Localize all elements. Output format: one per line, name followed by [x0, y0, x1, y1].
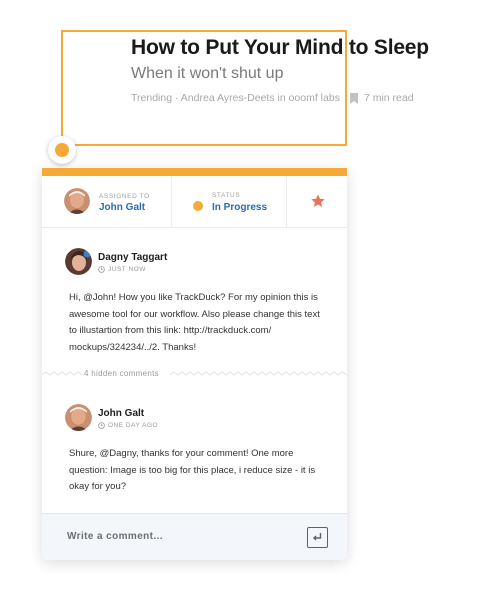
comment-input[interactable] — [67, 531, 287, 542]
assigned-to-label: Assigned to — [99, 193, 150, 200]
favorite-cell — [287, 176, 347, 228]
comment-item: Dagny Taggart JUST NOW Hi, @John! How yo… — [42, 248, 347, 358]
status-value[interactable]: In Progress — [212, 202, 267, 213]
comment-time: JUST NOW — [108, 266, 146, 273]
comment-card: Assigned to John Galt Status In Progress… — [42, 168, 347, 560]
card-accent-bar — [42, 168, 347, 176]
comment-timestamp: JUST NOW — [98, 266, 146, 273]
assignee-name[interactable]: John Galt — [99, 202, 145, 213]
status-label: Status — [212, 192, 241, 199]
comment-timestamp: ONE DAY AGO — [98, 422, 158, 429]
status-dot-icon — [193, 201, 203, 211]
assignee-cell[interactable]: Assigned to John Galt — [42, 176, 172, 228]
avatar — [64, 188, 90, 214]
hidden-comments-toggle[interactable]: 4 hidden comments — [42, 368, 347, 382]
comment-author: Dagny Taggart — [98, 252, 168, 263]
comment-item: John Galt ONE DAY AGO Shure, @Dagny, tha… — [42, 404, 347, 494]
bookmark-icon[interactable] — [349, 92, 358, 104]
send-comment-button[interactable] — [307, 527, 328, 548]
read-time: 7 min read — [363, 92, 414, 104]
clock-icon — [98, 422, 105, 429]
comment-author: John Galt — [98, 408, 145, 419]
clock-icon — [98, 266, 105, 273]
hidden-comments-label[interactable]: 4 hidden comments — [84, 369, 159, 378]
avatar — [65, 404, 92, 431]
annotation-pin-dot — [55, 143, 69, 157]
enter-icon — [313, 533, 322, 541]
comment-body: Shure, @Dagny, thanks for your comment! … — [69, 448, 316, 492]
annotation-pin[interactable] — [48, 136, 76, 164]
avatar — [65, 248, 92, 275]
selection-highlight[interactable] — [61, 30, 347, 146]
status-cell[interactable]: Status In Progress — [172, 176, 287, 228]
comment-compose — [42, 513, 347, 560]
task-info-row: Assigned to John Galt Status In Progress — [42, 176, 347, 228]
star-icon[interactable] — [310, 193, 326, 209]
comment-time: ONE DAY AGO — [108, 422, 159, 429]
comment-body: Hi, @John! How you like TrackDuck? For m… — [69, 292, 320, 353]
